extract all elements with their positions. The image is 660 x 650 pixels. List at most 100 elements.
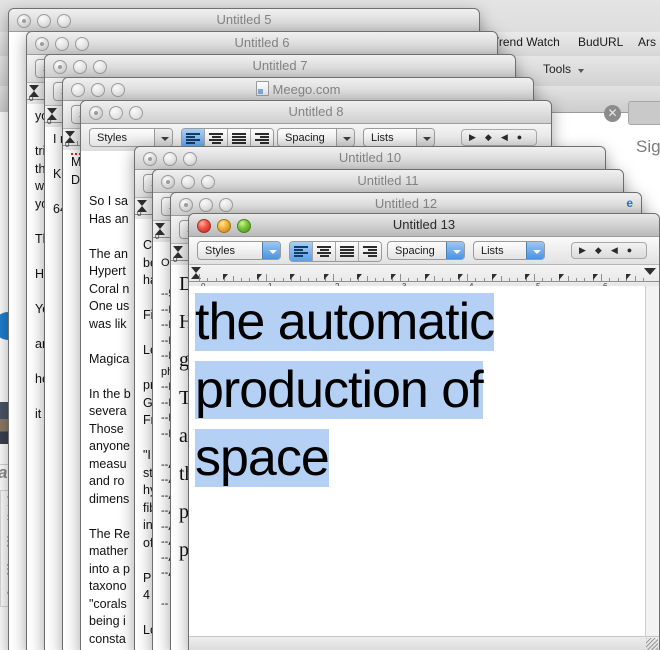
tab-stop-marker-icon[interactable]	[425, 274, 430, 280]
ruler-tick-minor	[568, 276, 569, 281]
document-page[interactable]: the automatic production of space	[189, 286, 659, 637]
chevron-down-icon[interactable]	[578, 69, 584, 73]
badge-e-icon: e	[626, 196, 633, 210]
chevron-down-icon[interactable]	[446, 242, 464, 259]
signin-label[interactable]: Sig	[636, 137, 660, 157]
window-title-text: Meego.com	[273, 82, 341, 97]
title-bar[interactable]: Untitled 6	[27, 32, 497, 55]
ruler-number: 0	[29, 94, 33, 103]
ruler-tick-minor	[375, 278, 376, 281]
search-input[interactable]	[628, 101, 660, 125]
tab-stop-marker-icon[interactable]	[559, 274, 564, 280]
ruler-tick-major	[199, 274, 200, 281]
ruler-tick-minor	[274, 278, 275, 281]
tab-stop-marker-icon[interactable]	[492, 274, 497, 280]
chevron-down-icon[interactable]	[262, 242, 280, 259]
diamond-icon[interactable]: ◆	[485, 133, 492, 142]
ruler-tick-minor	[517, 278, 518, 281]
tab-stop-marker-icon[interactable]	[257, 274, 262, 280]
chevron-down-icon[interactable]	[336, 129, 354, 146]
document-body[interactable]: the automatic production of space	[195, 288, 659, 492]
clear-search-icon[interactable]: ✕	[604, 105, 621, 122]
bookmark-ars[interactable]: Ars	[638, 35, 656, 49]
tools-menu-label[interactable]: Tools	[543, 62, 571, 76]
tab-stop-marker-icon[interactable]	[324, 274, 329, 280]
chevron-down-icon[interactable]	[526, 242, 544, 259]
tab-stop-marker-icon[interactable]	[391, 274, 396, 280]
ruler-tick-minor	[501, 276, 502, 281]
title-bar[interactable]: Untitled 13	[189, 214, 659, 237]
tab-stop-marker-icon[interactable]	[223, 274, 228, 280]
ruler-tick-minor	[475, 278, 476, 281]
resize-grip[interactable]	[646, 638, 658, 650]
title-bar[interactable]: Untitled 8	[81, 101, 551, 124]
align-justify-icon[interactable]	[336, 242, 359, 261]
ruler-tick-major	[467, 274, 468, 281]
window-title: Untitled 8	[81, 104, 551, 119]
window-title: Untitled 7	[45, 58, 515, 73]
format-toolbar[interactable]: Styles Spacing Lists ▶ ◆ ◀ ●	[189, 237, 659, 265]
lists-popup[interactable]: Lists	[363, 128, 435, 147]
ruler-number: 0	[47, 117, 51, 126]
play-right-icon[interactable]: ▶	[579, 246, 586, 255]
window-untitled-13[interactable]: Untitled 13 Styles Spacing Lists	[188, 213, 660, 650]
spacing-popup[interactable]: Spacing	[277, 128, 355, 147]
align-center-icon[interactable]	[313, 242, 336, 261]
styles-label: Styles	[97, 132, 127, 144]
document-line-1: the automatic	[195, 288, 659, 356]
tab-stop-marker-icon[interactable]	[525, 274, 530, 280]
ruler-tick-major	[534, 274, 535, 281]
align-right-icon[interactable]	[359, 242, 381, 261]
ruler-tick-minor	[341, 278, 342, 281]
bookmark-trend-watch[interactable]: Trend Watch	[492, 35, 560, 49]
chevron-down-icon[interactable]	[416, 129, 434, 146]
title-bar[interactable]: Meego.com	[63, 78, 533, 101]
spacing-label: Spacing	[395, 245, 435, 257]
tab-stop-marker-icon[interactable]	[357, 274, 362, 280]
diamond-icon[interactable]: ◆	[595, 246, 602, 255]
tab-stop-marker-icon[interactable]	[458, 274, 463, 280]
window-title: Untitled 5	[9, 12, 479, 27]
play-left-icon[interactable]: ◀	[501, 133, 508, 142]
styles-popup[interactable]: Styles	[89, 128, 173, 147]
selected-text-3: space	[195, 429, 329, 487]
styles-popup[interactable]: Styles	[197, 241, 281, 260]
window-title: Meego.com	[63, 81, 533, 97]
list-nav-group[interactable]: ▶ ◆ ◀ ●	[461, 129, 537, 146]
ruler-tick-minor	[643, 278, 644, 281]
align-left-icon[interactable]	[290, 242, 313, 261]
alignment-segmented-control[interactable]	[289, 241, 382, 262]
list-nav-group[interactable]: ▶ ◆ ◀ ●	[571, 242, 647, 259]
spacing-label: Spacing	[285, 132, 325, 144]
tab-stop-marker-icon[interactable]	[593, 274, 598, 280]
title-bar[interactable]: Untitled 11	[153, 170, 623, 193]
vertical-scrollbar[interactable]	[645, 286, 659, 637]
spacing-popup[interactable]: Spacing	[387, 241, 465, 260]
window-bottom-bar	[189, 636, 659, 650]
tab-stop-marker-icon[interactable]	[290, 274, 295, 280]
chevron-down-icon[interactable]	[154, 129, 172, 146]
styles-label: Styles	[205, 245, 235, 257]
selected-text-2: production of	[195, 361, 483, 419]
title-bar[interactable]: Untitled 7	[45, 55, 515, 78]
bookmark-budurl[interactable]: BudURL	[578, 35, 623, 49]
window-title: Untitled 11	[153, 173, 623, 188]
circle-icon[interactable]: ●	[517, 133, 522, 142]
ruler-tick-minor	[609, 278, 610, 281]
ruler-number: 0	[65, 140, 69, 149]
ruler[interactable]: 0123456	[189, 265, 659, 288]
play-left-icon[interactable]: ◀	[611, 246, 618, 255]
lists-popup[interactable]: Lists	[473, 241, 545, 260]
title-bar[interactable]: Untitled 5	[9, 9, 479, 32]
ruler-tick-minor	[300, 276, 301, 281]
right-indent-marker-icon[interactable]	[644, 268, 656, 275]
play-right-icon[interactable]: ▶	[469, 133, 476, 142]
tab-stop-marker-icon[interactable]	[626, 274, 631, 280]
ruler-tick-minor	[367, 276, 368, 281]
ruler-number: 0	[155, 232, 159, 241]
circle-icon[interactable]: ●	[627, 246, 632, 255]
title-bar[interactable]: Untitled 10	[135, 147, 605, 170]
ruler-tick-minor	[450, 278, 451, 281]
ruler-tick-minor	[308, 278, 309, 281]
ruler-tick-minor	[542, 278, 543, 281]
